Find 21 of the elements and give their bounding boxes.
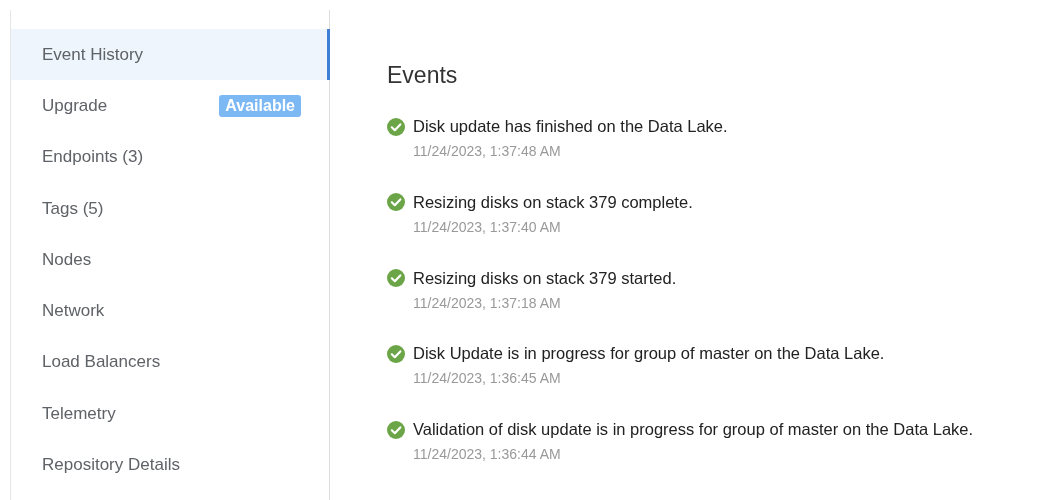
event-timestamp: 11/24/2023, 1:37:18 AM — [413, 294, 562, 311]
sidebar-item[interactable]: Repository Details — [11, 439, 329, 491]
event-timestamp: 11/24/2023, 1:36:44 AM — [413, 446, 562, 463]
event-timestamp: 11/24/2023, 1:37:48 AM — [413, 143, 562, 159]
sidebar-item[interactable]: Nodes — [11, 234, 329, 286]
event-timestamp: 11/24/2023, 1:36:45 AM — [413, 370, 562, 387]
available-badge: Available — [219, 94, 301, 117]
event-message: Validation of disk update is in progress for group of master on the Data Lake. — [413, 420, 974, 440]
sidebar-item[interactable]: Upgrade Available — [11, 80, 329, 132]
events-heading: Events — [387, 62, 459, 89]
sidebar-item[interactable]: Endpoints (3) — [11, 131, 329, 183]
event-message: Disk Update is in progress for group of master on the Data Lake. — [413, 344, 885, 364]
event-message: Disk update has finished on the Data Lake. — [413, 117, 728, 136]
event-message: Resizing disks on stack 379 started. — [413, 268, 677, 288]
sidebar-item[interactable]: Network — [11, 285, 329, 337]
sidebar-item[interactable]: Telemetry — [11, 388, 329, 440]
sidebar-item[interactable]: Tags (5) — [11, 182, 329, 235]
event-message: Resizing disks on stack 379 complete. — [413, 192, 693, 212]
sidebar-item[interactable]: Event History — [11, 29, 330, 81]
event-timestamp: 11/24/2023, 1:37:40 AM — [413, 218, 562, 235]
sidebar-item[interactable]: Load Balancers — [11, 336, 329, 389]
